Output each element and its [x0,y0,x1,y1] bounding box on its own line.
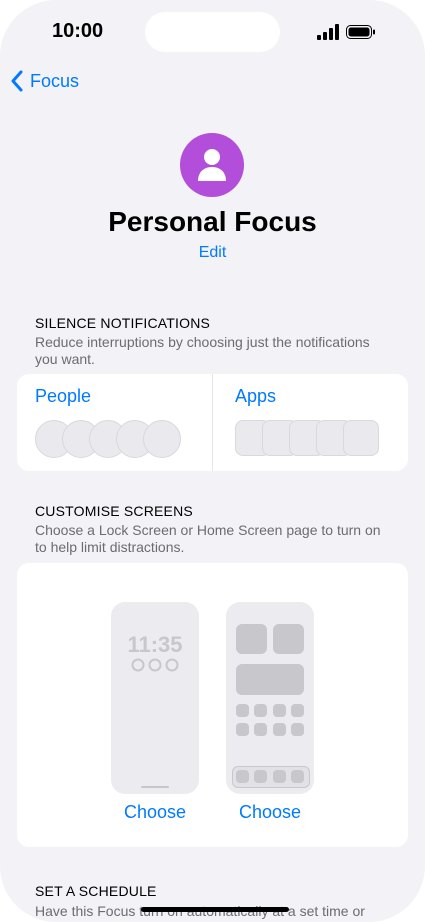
focus-avatar [180,133,244,197]
edit-button[interactable]: Edit [0,244,425,262]
people-button[interactable]: People [35,386,91,407]
widget-dots-icon [131,658,179,672]
choose-lock-screen-button[interactable]: Choose [124,802,186,823]
dock-placeholder [232,766,310,788]
app-icon-placeholder [273,704,286,717]
app-icon-placeholder [291,723,304,736]
customise-card [17,563,408,847]
dock-icon-placeholder [254,770,267,783]
chevron-left-icon [11,70,23,92]
app-icon-placeholder [254,723,267,736]
person-icon [198,149,226,181]
app-icon-placeholder [236,723,249,736]
app-icon-placeholder [254,704,267,717]
silence-description: Reduce interruptions by choosing just th… [35,334,370,367]
app-icon-placeholder [291,704,304,717]
person-placeholder [143,420,181,458]
dock-icon-placeholder [236,770,249,783]
silence-heading: SILENCE NOTIFICATIONS [35,315,211,331]
customise-heading: CUSTOMISE SCREENS [35,503,193,519]
apps-button[interactable]: Apps [235,386,276,407]
dock-icon-placeholder [291,770,304,783]
back-label: Focus [30,70,80,91]
widget-placeholder [236,664,304,695]
signal-icon [317,24,339,40]
home-screen-preview[interactable] [226,602,314,794]
app-icon-placeholder [273,723,286,736]
dock-icon-placeholder [273,770,286,783]
page-title: Personal Focus [108,206,317,237]
app-icon-placeholder [236,704,249,717]
widget-placeholder [273,624,304,654]
lock-preview-time: 11:35 [127,632,183,657]
battery-icon [346,25,375,39]
lock-screen-preview[interactable]: 11:35 [111,602,199,794]
status-time: 10:00 [52,20,104,42]
dynamic-island [145,12,280,52]
card-divider [212,374,213,471]
choose-home-screen-button[interactable]: Choose [239,802,301,823]
lock-home-bar [141,786,169,788]
customise-description: Choose a Lock Screen or Home Screen page… [35,522,381,555]
back-button[interactable]: Focus [10,70,79,92]
phone-screen: 10:00 Focus Personal Focus Edit SILENCE … [0,0,425,922]
app-placeholder [343,420,379,456]
home-indicator[interactable] [141,907,289,912]
widget-placeholder [236,624,267,654]
schedule-heading: SET A SCHEDULE [35,883,157,899]
